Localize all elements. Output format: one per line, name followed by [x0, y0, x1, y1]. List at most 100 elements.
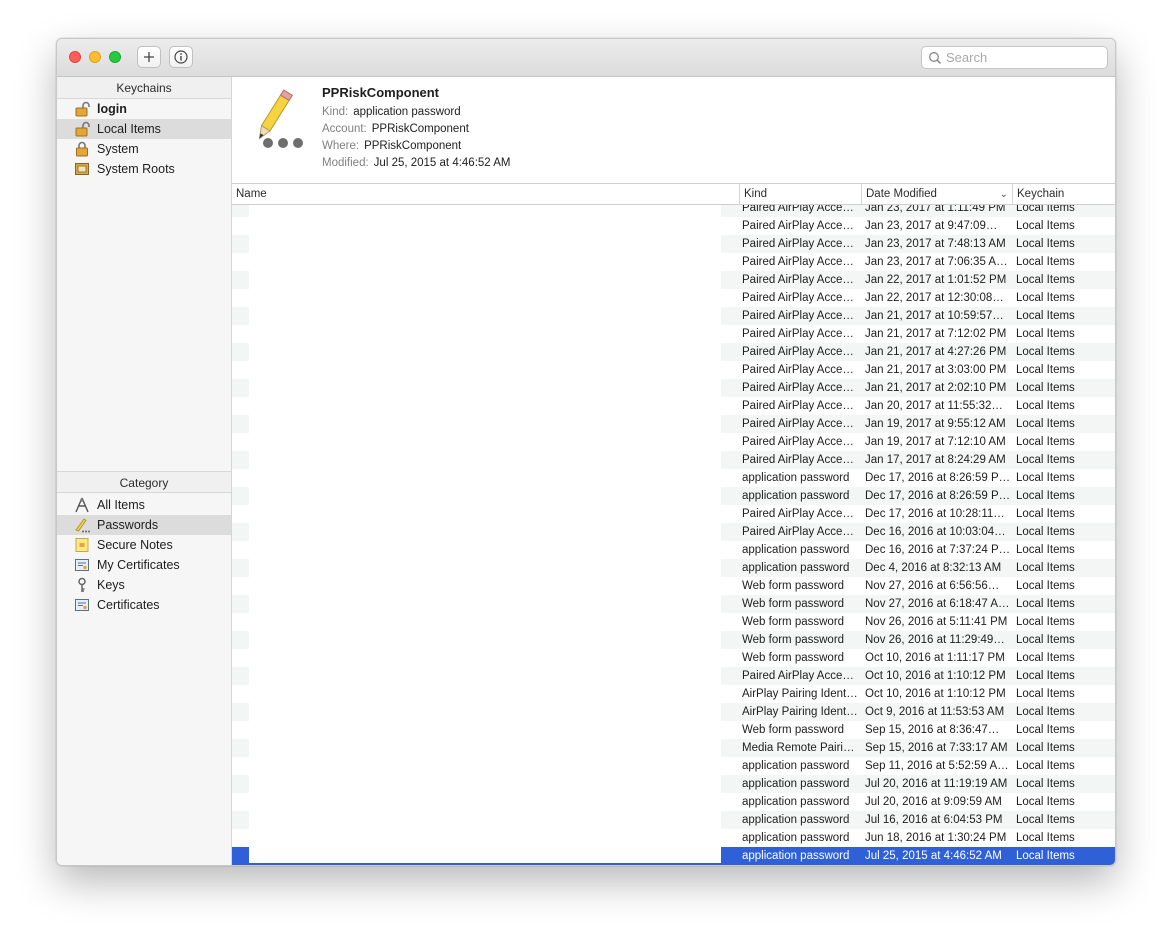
detail-where: Where: PPRiskComponent — [322, 140, 462, 152]
cell-date-modified: Jul 20, 2016 at 9:09:59 AM — [865, 796, 1002, 808]
category-item-keys[interactable]: Keys — [57, 575, 231, 595]
add-item-button[interactable] — [137, 46, 161, 68]
cell-date-modified: Sep 15, 2016 at 7:33:17 AM — [865, 742, 1008, 754]
keychain-item-login[interactable]: login — [57, 99, 231, 119]
password-pencil-icon — [258, 89, 303, 148]
cell-keychain: Local Items — [1016, 400, 1075, 412]
cell-keychain: Local Items — [1016, 670, 1075, 682]
close-button[interactable] — [69, 51, 81, 63]
cell-kind: AirPlay Pairing Ident… — [742, 706, 858, 718]
cell-date-modified: Jan 23, 2017 at 7:06:35 A… — [865, 256, 1008, 268]
cell-keychain: Local Items — [1016, 724, 1075, 736]
column-header-name[interactable]: Name — [232, 184, 739, 205]
lock-open-icon — [73, 120, 91, 138]
keychains-header: Keychains — [57, 77, 231, 99]
cell-kind: Paired AirPlay Acce… — [742, 205, 854, 214]
category-item-my-certificates[interactable]: My Certificates — [57, 555, 231, 575]
cell-keychain: Local Items — [1016, 328, 1075, 340]
cell-keychain: Local Items — [1016, 598, 1075, 610]
cell-date-modified: Nov 26, 2016 at 11:29:49… — [865, 634, 1005, 646]
cell-date-modified: Dec 4, 2016 at 8:32:13 AM — [865, 562, 1002, 574]
cell-keychain: Local Items — [1016, 346, 1075, 358]
cell-date-modified: Dec 16, 2016 at 7:37:24 P… — [865, 544, 1011, 556]
cell-kind: application password — [742, 562, 850, 574]
cell-date-modified: Jan 19, 2017 at 7:12:10 AM — [865, 436, 1006, 448]
keychain-access-window: Keychains login Local Items System System R… — [56, 38, 1116, 866]
cell-keychain: Local Items — [1016, 364, 1075, 376]
cell-keychain: Local Items — [1016, 616, 1075, 628]
cell-keychain: Local Items — [1016, 436, 1075, 448]
cell-keychain: Local Items — [1016, 310, 1075, 322]
cell-date-modified: Nov 26, 2016 at 5:11:41 PM — [865, 616, 1008, 628]
cell-keychain: Local Items — [1016, 274, 1075, 286]
cell-keychain: Local Items — [1016, 580, 1075, 592]
get-info-button[interactable] — [169, 46, 193, 68]
cell-kind: application password — [742, 544, 850, 556]
cell-keychain: Local Items — [1016, 508, 1075, 520]
chevron-down-icon: ⌄ — [999, 189, 1008, 200]
category-item-all-items[interactable]: All Items — [57, 495, 231, 515]
detail-account: Account: PPRiskComponent — [322, 123, 469, 135]
cell-keychain: Local Items — [1016, 526, 1075, 538]
keychain-item-local-items[interactable]: Local Items — [57, 119, 231, 139]
cell-kind: Paired AirPlay Acce… — [742, 670, 854, 682]
cell-kind: Paired AirPlay Acce… — [742, 292, 854, 304]
cell-kind: AirPlay Pairing Ident… — [742, 688, 858, 700]
cabinet-icon — [73, 160, 91, 178]
category-item-secure-notes[interactable]: Secure Notes — [57, 535, 231, 555]
cell-date-modified: Oct 9, 2016 at 11:53:53 AM — [865, 706, 1005, 718]
cell-keychain: Local Items — [1016, 490, 1075, 502]
cell-kind: Paired AirPlay Acce… — [742, 256, 854, 268]
category-header: Category — [57, 471, 231, 493]
cell-kind: application password — [742, 832, 850, 844]
cell-kind: application password — [742, 778, 850, 790]
main-pane: PPRiskComponent Kind: application passwor… — [232, 77, 1115, 865]
column-header-keychain[interactable]: Keychain — [1012, 184, 1115, 205]
cell-keychain: Local Items — [1016, 742, 1075, 754]
minimize-button[interactable] — [89, 51, 101, 63]
cell-keychain: Local Items — [1016, 238, 1075, 250]
cell-date-modified: Jan 21, 2017 at 4:27:26 PM — [865, 346, 1007, 358]
cell-kind: application password — [742, 850, 850, 862]
cell-date-modified: Jun 18, 2016 at 1:30:24 PM — [865, 832, 1007, 844]
cell-keychain: Local Items — [1016, 814, 1075, 826]
cell-keychain: Local Items — [1016, 688, 1075, 700]
cell-keychain: Local Items — [1016, 472, 1075, 484]
cell-kind: application password — [742, 814, 850, 826]
category-item-certificates[interactable]: Certificates — [57, 595, 231, 615]
cell-date-modified: Jan 22, 2017 at 12:30:08… — [865, 292, 1004, 304]
cell-keychain: Local Items — [1016, 562, 1075, 574]
cell-date-modified: Jul 25, 2015 at 4:46:52 AM — [865, 850, 1002, 862]
cell-date-modified: Jan 19, 2017 at 9:55:12 AM — [865, 418, 1006, 430]
cell-date-modified: Nov 27, 2016 at 6:56:56… — [865, 580, 1000, 592]
cell-date-modified: Jan 21, 2017 at 7:12:02 PM — [865, 328, 1007, 340]
cell-keychain: Local Items — [1016, 760, 1075, 772]
zoom-button[interactable] — [109, 51, 121, 63]
cell-kind: Paired AirPlay Acce… — [742, 274, 854, 286]
keychain-item-system-roots[interactable]: System Roots — [57, 159, 231, 179]
cell-keychain: Local Items — [1016, 706, 1075, 718]
cell-keychain: Local Items — [1016, 292, 1075, 304]
cell-date-modified: Nov 27, 2016 at 6:18:47 A… — [865, 598, 1010, 610]
search-input[interactable] — [942, 50, 1100, 65]
pencil-icon — [73, 516, 91, 534]
cell-date-modified: Jan 21, 2017 at 3:03:00 PM — [865, 364, 1007, 376]
column-header-date-modified[interactable]: Date Modified ⌄ — [861, 184, 1012, 205]
item-title: PPRiskComponent — [322, 85, 440, 100]
category-item-label: My Certificates — [97, 558, 180, 572]
keychain-item-system[interactable]: System — [57, 139, 231, 159]
table-header: Name Kind Date Modified ⌄ Keychain — [232, 183, 1115, 205]
column-header-kind[interactable]: Kind — [739, 184, 861, 205]
search-field[interactable] — [921, 46, 1108, 69]
cell-keychain: Local Items — [1016, 205, 1075, 214]
lock-icon — [73, 140, 91, 158]
keychain-item-label: Local Items — [97, 122, 161, 136]
category-item-passwords[interactable]: Passwords — [57, 515, 231, 535]
detail-kind: Kind: application password — [322, 106, 461, 118]
cell-kind: Paired AirPlay Acce… — [742, 310, 854, 322]
cell-kind: Web form password — [742, 616, 845, 628]
cell-date-modified: Oct 10, 2016 at 1:11:17 PM — [865, 652, 1005, 664]
cell-date-modified: Sep 15, 2016 at 8:36:47… — [865, 724, 1000, 736]
cell-keychain: Local Items — [1016, 544, 1075, 556]
cell-kind: Paired AirPlay Acce… — [742, 436, 854, 448]
